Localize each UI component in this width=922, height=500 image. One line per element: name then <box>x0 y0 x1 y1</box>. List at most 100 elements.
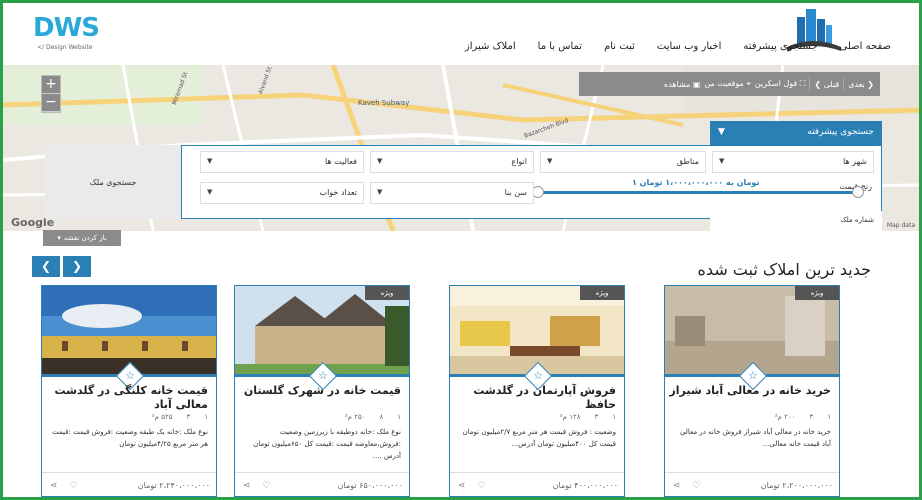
property-card[interactable]: ویژه ☆ خرید خانه در معالی آباد شیراز ۱ ۳… <box>664 285 840 497</box>
property-meta: ۱ ۳ ۱۲۸ م² <box>454 413 616 421</box>
area-value: ۲۵۰ م² <box>344 413 366 421</box>
share-icon[interactable]: ⋖ <box>458 481 466 491</box>
heart-icon[interactable]: ♡ <box>693 481 701 491</box>
toggle-map-button[interactable]: ▾ باز کردن نقشه <box>43 230 121 246</box>
property-description: نوع ملک :خانه یک طبقه وضعیت :فروش قیمت :… <box>52 428 208 448</box>
heart-icon[interactable]: ♡ <box>478 481 486 491</box>
chevron-down-icon: ▾ <box>57 234 61 242</box>
caret-down-icon: ▼ <box>377 157 383 165</box>
property-title[interactable]: قیمت خانه کلنگی در گلدشت معالی آباد <box>46 384 208 412</box>
nav-home[interactable]: صفحه اصلی <box>840 41 891 52</box>
bedroom-count: ۸ <box>379 413 384 421</box>
divider <box>843 77 845 91</box>
property-card[interactable]: ویژه ☆ فروش آپارتمان در گلدشت حافظ ۱ ۳ ۱… <box>449 285 625 497</box>
heart-icon[interactable]: ♡ <box>263 481 271 491</box>
bedrooms-label: تعداد خواب <box>319 188 357 197</box>
my-location-button[interactable]: ⌖ موقعیت من <box>704 79 750 89</box>
map-toolbar: ❮ بعدی قبلی ❯ ⛶ فول اسکرین ⌖ موقعیت من ▣… <box>579 72 880 96</box>
bedrooms-select[interactable]: تعداد خواب ▼ <box>200 182 364 204</box>
fullscreen-icon: ⛶ <box>799 79 806 88</box>
featured-badge: ویژه <box>795 286 839 300</box>
type-select[interactable]: انواع ▼ <box>370 151 534 173</box>
search-panel: شهر ها ▼ مناطق ▼ انواع ▼ فعالیت ها ▼ رنج قیم… <box>181 145 882 219</box>
property-meta: ۱ ۸ ۲۵۰ م² <box>239 413 401 421</box>
card-footer: ⋖ ♡ ۲،۲۰۰،۰۰۰،۰۰۰ تومان <box>665 472 839 496</box>
caret-down-icon: ▼ <box>719 157 725 165</box>
bedroom-count: ۳ <box>809 413 814 421</box>
card-footer: ⋖ ♡ ۴۰۰،۰۰۰،۰۰۰ تومان <box>450 472 624 496</box>
heart-icon[interactable]: ♡ <box>70 481 78 491</box>
carousel-prev-button[interactable]: ❮ <box>32 256 60 277</box>
bathroom-count: ۱ <box>612 413 616 421</box>
map-data-attribution[interactable]: Map data <box>887 222 915 229</box>
share-icon[interactable]: ⋖ <box>50 481 58 491</box>
building-age-label: سن بنا <box>504 188 527 197</box>
region-select-label: مناطق <box>676 157 699 166</box>
property-title[interactable]: قیمت خانه در شهرک گلستان <box>239 384 401 398</box>
main-nav: صفحه اصلی جستجوی پیشرفته اخبار وب سایت ث… <box>465 41 891 52</box>
caret-down-icon: ▼ <box>207 157 213 165</box>
next-button[interactable]: ❮ بعدی <box>848 80 874 89</box>
property-description: خرید خانه در معالی آباد شیراز فروش خانه … <box>679 428 831 448</box>
share-icon[interactable]: ⋖ <box>673 481 681 491</box>
view-label: مشاهده <box>663 79 691 89</box>
nav-shiraz-estates[interactable]: املاک شیراز <box>465 41 516 52</box>
search-property-button[interactable]: جستجوی ملک <box>45 145 181 219</box>
map-zoom-control: + − <box>41 75 61 113</box>
property-title[interactable]: فروش آپارتمان در گلدشت حافظ <box>454 384 616 412</box>
prev-label: قبلی <box>823 79 840 89</box>
next-label: بعدی <box>848 79 865 89</box>
property-description: وضعیت : فروش قیمت هر متر مربع ۲/۷میلیون … <box>462 428 616 448</box>
carousel-next-button[interactable]: ❯ <box>63 256 91 277</box>
zoom-out-button[interactable]: − <box>42 94 60 112</box>
property-price: ۶۵۰،۰۰۰،۰۰۰ تومان <box>337 481 403 490</box>
card-footer: ⋖ ♡ ۲،۲۴۰،۰۰۰،۰۰۰ تومان <box>42 472 216 496</box>
bedroom-count: ۳ <box>594 413 599 421</box>
advanced-search-label: جستجوی پیشرفته <box>807 127 874 137</box>
property-meta: ۱ ۳ ۵۲۵ م² <box>46 413 208 421</box>
caret-down-icon: ▼ <box>207 188 213 196</box>
location-icon: ⌖ <box>746 79 751 88</box>
building-age-select[interactable]: سن بنا ▼ <box>370 182 534 204</box>
property-price: ۲،۲۰۰،۰۰۰،۰۰۰ تومان <box>760 481 833 490</box>
property-card[interactable]: ☆ قیمت خانه کلنگی در گلدشت معالی آباد ۱ … <box>41 285 217 497</box>
nav-register[interactable]: ثبت نام <box>604 41 635 52</box>
fullscreen-label: فول اسکرین <box>754 79 798 88</box>
type-select-label: انواع <box>511 157 527 166</box>
featured-badge: ویژه <box>580 286 624 300</box>
area-value: ۱۲۸ م² <box>559 413 581 421</box>
slider-max-handle[interactable] <box>852 186 864 198</box>
area-value: ۵۲۵ م² <box>151 413 173 421</box>
dws-logo[interactable]: DWS </ Design Website <box>33 13 123 59</box>
property-card[interactable]: ویژه ☆ قیمت خانه در شهرک گلستان ۱ ۸ ۲۵۰ … <box>234 285 410 497</box>
price-range-slider[interactable] <box>532 186 864 198</box>
property-price: ۲،۲۴۰،۰۰۰،۰۰۰ تومان <box>137 481 210 490</box>
share-icon[interactable]: ⋖ <box>243 481 251 491</box>
bathroom-count: ۱ <box>397 413 401 421</box>
region-select[interactable]: مناطق ▼ <box>540 151 706 173</box>
divider <box>809 77 811 91</box>
property-title[interactable]: خرید خانه در معالی آباد شیراز <box>669 384 831 398</box>
bedroom-count: ۳ <box>186 413 191 421</box>
advanced-search-tab[interactable]: جستجوی پیشرفته ▼ <box>710 121 882 145</box>
logo-subtext: </ Design Website <box>37 44 93 51</box>
zoom-in-button[interactable]: + <box>42 76 60 94</box>
logo-text: DWS <box>33 13 100 43</box>
nav-advanced-search[interactable]: جستجوی پیشرفته <box>743 41 817 52</box>
card-footer: ⋖ ♡ ۶۵۰،۰۰۰،۰۰۰ تومان <box>235 472 409 496</box>
nav-news[interactable]: اخبار وب سایت <box>657 41 721 52</box>
activity-select[interactable]: فعالیت ها ▼ <box>200 151 364 173</box>
prev-button[interactable]: قبلی ❯ <box>814 80 839 89</box>
view-button[interactable]: ▣ مشاهده <box>664 80 701 89</box>
area-value: ۲۰۰ م² <box>774 413 796 421</box>
bathroom-count: ۱ <box>204 413 208 421</box>
chevron-down-icon: ▼ <box>718 127 725 137</box>
property-meta: ۱ ۳ ۲۰۰ م² <box>669 413 831 421</box>
fullscreen-button[interactable]: ⛶ فول اسکرین <box>755 79 806 89</box>
nav-contact[interactable]: تماس با ما <box>538 41 582 52</box>
caret-down-icon: ▼ <box>547 157 553 165</box>
city-select[interactable]: شهر ها ▼ <box>712 151 874 173</box>
bathroom-count: ۱ <box>827 413 831 421</box>
plot-number-field[interactable]: شماره ملک <box>710 211 882 231</box>
featured-badge: ویژه <box>365 286 409 300</box>
